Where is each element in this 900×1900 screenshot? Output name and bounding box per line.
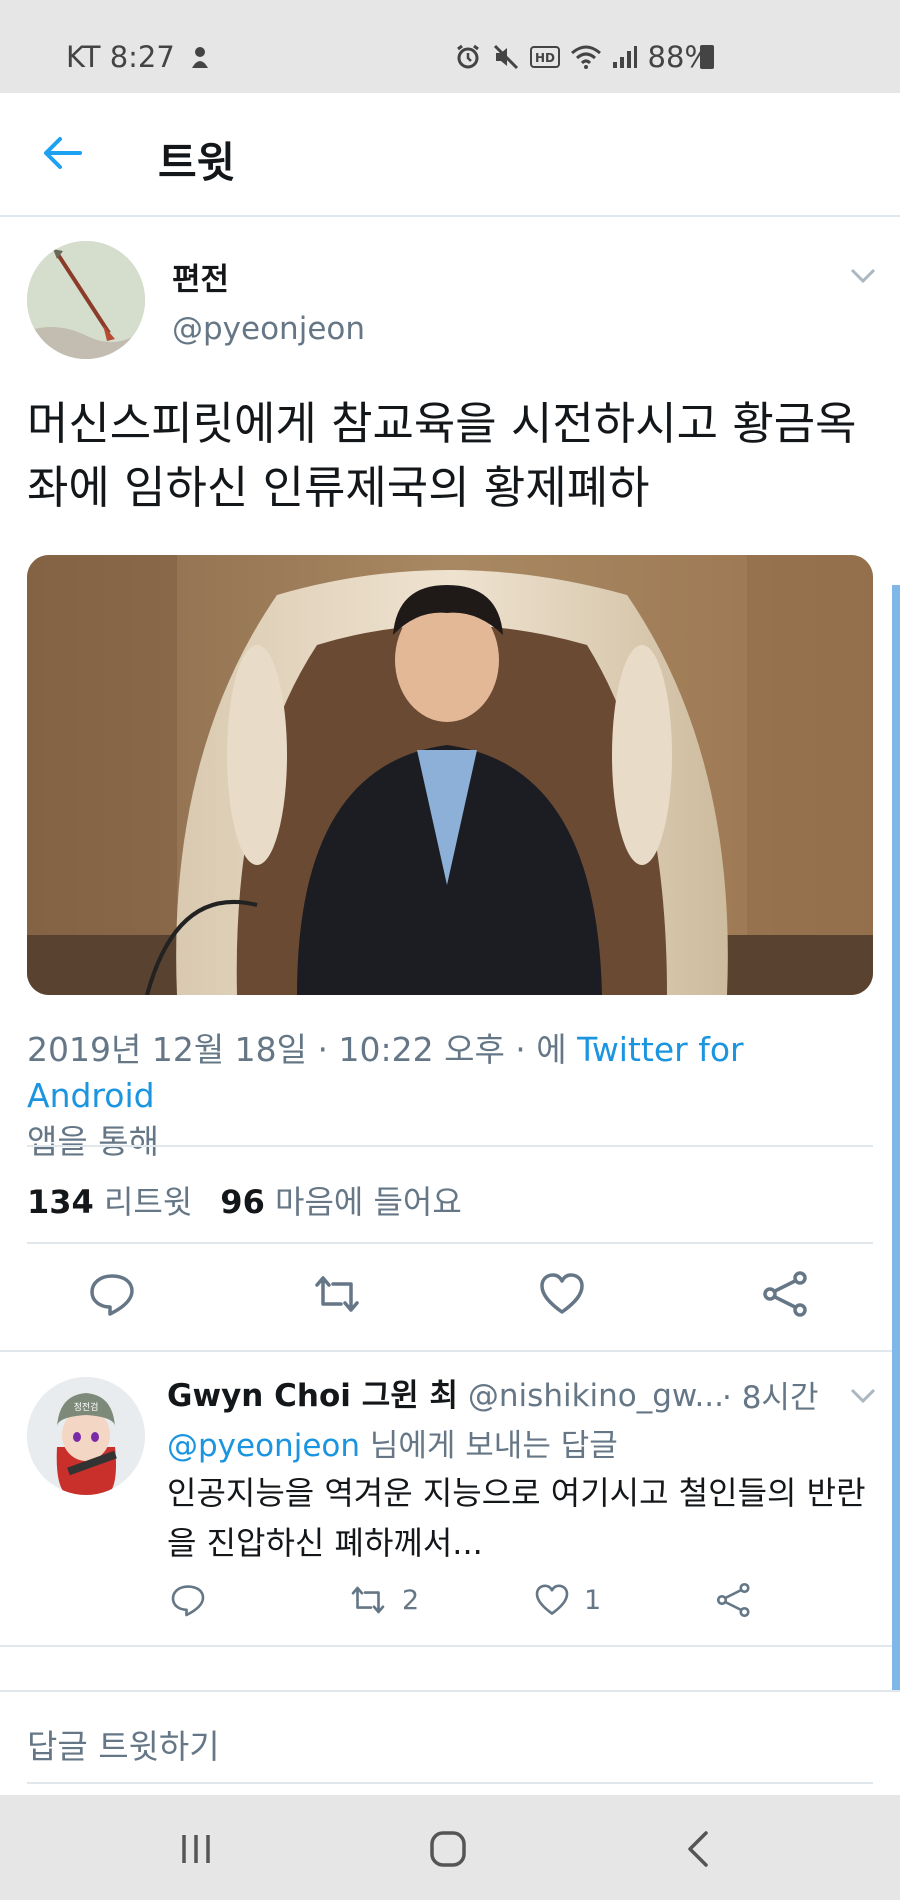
back-arrow-icon[interactable] [40,131,84,175]
heart-icon [535,1584,569,1615]
reply-share-button[interactable] [716,1582,752,1618]
signal-icon [612,46,637,68]
reply-compose-input[interactable]: 답글 트윗하기 [27,1720,873,1780]
compose-underline [27,1782,873,1784]
like-label: 마음에 들어요 [275,1183,462,1221]
hd-icon: HD [529,46,560,68]
header-bar: 트윗 [0,93,900,217]
carrier-time: KT 8:27 [66,40,175,74]
share-icon [716,1582,750,1618]
tweet-stats: 134 리트윗 96 마음에 들어요 [27,1177,462,1223]
tweet-actions [0,1270,900,1320]
back-icon[interactable] [676,1825,724,1873]
tweet-timestamp: 2019년 12월 18일 · 10:22 오후 · 에 [27,1030,578,1069]
reply-to-handle-link[interactable]: @pyeonjeon [167,1428,360,1464]
mute-icon [493,44,518,70]
battery-icon [700,45,714,69]
reply-icon[interactable] [88,1270,136,1318]
share-icon[interactable] [762,1270,810,1318]
reply-avatar-image: 정전검 [27,1377,145,1495]
avatar-image [27,241,145,359]
author-avatar[interactable] [27,241,145,359]
status-bar: KT 8:27 HD 88% [0,0,900,93]
like-stat[interactable]: 96 마음에 들어요 [220,1177,462,1223]
tweet-meta-suffix: 앱을 통해 [27,1122,159,1161]
reply-timestamp: · 8시간 [722,1380,819,1416]
reply-retweet-button[interactable]: 2 [348,1582,419,1618]
reply-author-name[interactable]: Gwyn Choi 그윈 최 [167,1378,458,1414]
tweet-media-photo[interactable] [27,555,873,995]
reply-author-handle[interactable]: @nishikino_gw... [468,1378,724,1414]
reply-header: Gwyn Choi 그윈 최 @nishikino_gw... [167,1370,724,1415]
wifi-icon [570,45,601,69]
retweet-label: 리트윗 [103,1183,193,1221]
reply-actions: 2 1 [0,1582,900,1622]
divider [27,1242,873,1244]
section-divider [0,1645,900,1647]
recent-apps-icon[interactable] [172,1825,220,1873]
avatar-badge-text: 정전검 [74,1401,99,1413]
reply-text: 인공지능을 역겨운 지능으로 여기시고 철인들의 반란을 진압하신 폐하께서..… [167,1474,866,1562]
author-handle[interactable]: @pyeonjeon [172,311,365,347]
reply-retweet-count: 2 [402,1584,420,1616]
section-divider [0,1690,900,1692]
reply-author-avatar[interactable]: 정전검 [27,1377,145,1495]
heart-icon[interactable] [538,1270,586,1318]
status-left: KT 8:27 [66,40,211,74]
alarm-icon [456,44,479,69]
reply-like-button[interactable]: 1 [534,1582,601,1618]
reply-reply-button[interactable] [170,1582,206,1618]
scrollbar[interactable] [892,585,900,1690]
reply-to-suffix: 님에게 보내는 답글 [360,1428,618,1464]
page-title: 트윗 [158,138,236,187]
retweet-icon[interactable] [313,1270,361,1318]
replying-to: @pyeonjeon 님에게 보내는 답글 [167,1420,618,1465]
system-nav-bar [0,1795,900,1900]
home-icon[interactable] [424,1825,472,1873]
divider [27,1145,873,1147]
section-divider [0,1350,900,1352]
retweet-count: 134 [27,1183,94,1221]
chevron-down-icon[interactable] [848,266,878,286]
author-display-name[interactable]: 편전 [172,254,229,299]
retweet-icon [351,1586,385,1614]
reply-icon [171,1585,205,1617]
retweet-stat[interactable]: 134 리트윗 [27,1177,192,1223]
notification-icon [191,47,208,68]
status-icons: HD 88% [454,40,712,74]
svg-text:HD: HD [535,51,555,65]
reply-like-count: 1 [584,1584,602,1616]
like-count: 96 [220,1183,265,1221]
photo-image [27,555,873,995]
chevron-down-icon[interactable] [848,1386,878,1406]
tweet-text: 머신스피릿에게 참교육을 시전하시고 황금옥좌에 임하신 인류제국의 황제폐하 [27,397,857,514]
